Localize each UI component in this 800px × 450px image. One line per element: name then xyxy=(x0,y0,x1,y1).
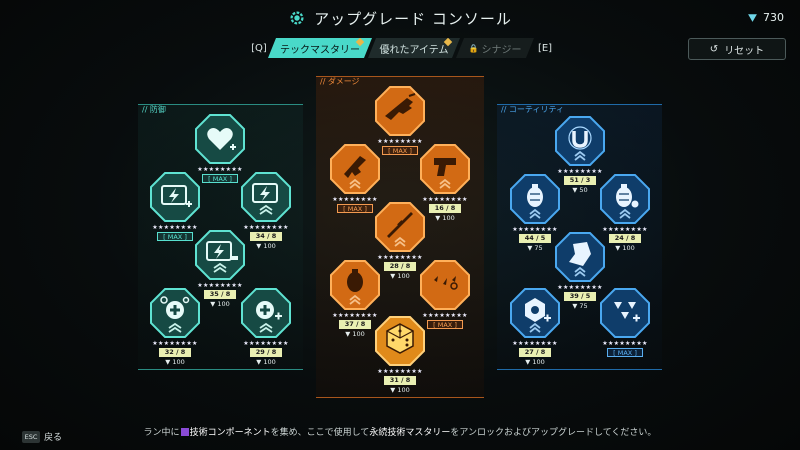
max-badge: [ MAX ] xyxy=(427,320,463,329)
star-rating: ★★★★★★★★ xyxy=(602,340,648,347)
currency-display: 730 xyxy=(747,11,784,24)
tab-label: 優れたアイテム xyxy=(379,44,449,56)
progress-badge: 32 / 8 xyxy=(159,348,191,357)
star-rating: ★★★★★★★★ xyxy=(243,224,289,231)
page-title: アップグレード コンソール xyxy=(314,9,512,28)
star-rating: ★★★★★★★★ xyxy=(243,340,289,347)
octagon-frame xyxy=(241,288,291,338)
max-badge: [ MAX ] xyxy=(337,204,373,213)
help-hint: ラン中に 技術コンポーネントを集め、ここで使用して永続技術マスタリーをアンロックお… xyxy=(143,428,657,438)
panel-title: // コーティリティ xyxy=(501,105,564,114)
octagon-frame xyxy=(150,288,200,338)
grenade-icon xyxy=(616,187,632,207)
header: アップグレード コンソール xyxy=(0,6,800,30)
octagon-frame xyxy=(195,114,245,164)
star-rating: ★★★★★★★★ xyxy=(512,340,558,347)
max-badge: [ MAX ] xyxy=(157,232,193,241)
panel-title: // 防御 xyxy=(142,105,166,114)
tab-label: テックマスタリー xyxy=(280,44,360,56)
reset-button[interactable]: ↺ リセット xyxy=(688,38,786,60)
star-rating: ★★★★★★★★ xyxy=(377,368,423,375)
octagon-frame xyxy=(555,232,605,282)
gear-icon xyxy=(290,11,304,25)
progress-badge: 35 / 8 xyxy=(204,290,236,299)
grenade-icon xyxy=(527,187,543,207)
max-badge: [ MAX ] xyxy=(382,146,418,155)
star-rating: ★★★★★★★★ xyxy=(152,340,198,347)
octagon-frame xyxy=(241,172,291,222)
upgrade-cost: ▼ 100 xyxy=(390,386,410,394)
octagon-frame xyxy=(150,172,200,222)
progress-badge: 44 / 5 xyxy=(519,234,551,243)
octagon-frame xyxy=(375,316,425,366)
octagon-frame xyxy=(330,260,380,310)
upgrade-cost: ▼ 100 xyxy=(256,242,276,250)
panel-title: // ダメージ xyxy=(320,77,360,86)
octagon-frame xyxy=(600,174,650,224)
max-badge: [ MAX ] xyxy=(607,348,643,357)
max-badge: [ MAX ] xyxy=(202,174,238,183)
progress-badge: 39 / 5 xyxy=(564,292,596,301)
prev-tab-key[interactable]: [Q] xyxy=(250,43,268,54)
progress-badge: 29 / 8 xyxy=(250,348,282,357)
octagon-frame xyxy=(510,174,560,224)
progress-badge: 16 / 8 xyxy=(429,204,461,213)
upgrade-cost: ▼ 100 xyxy=(525,358,545,366)
tab-superior-items[interactable]: 優れたアイテム xyxy=(368,38,460,58)
octagon-frame xyxy=(375,202,425,252)
upgrade-cost: ▼ 100 xyxy=(165,358,185,366)
octagon-frame xyxy=(330,144,380,194)
octagon-frame xyxy=(420,144,470,194)
octagon-frame xyxy=(195,230,245,280)
progress-badge: 28 / 8 xyxy=(384,262,416,271)
progress-badge: 27 / 8 xyxy=(519,348,551,357)
tech-component-icon xyxy=(180,428,189,436)
tab-tech-mastery[interactable]: テックマスタリー xyxy=(268,38,372,58)
reset-label: リセット xyxy=(724,45,765,57)
gem-icon xyxy=(748,14,757,22)
octagon-frame xyxy=(420,260,470,310)
grenade-icon xyxy=(347,272,363,292)
reset-icon: ↺ xyxy=(709,43,719,55)
progress-badge: 37 / 8 xyxy=(339,320,371,329)
octagon-frame xyxy=(555,116,605,166)
octagon-frame xyxy=(600,288,650,338)
tab-synergy[interactable]: 🔒 シナジー xyxy=(456,38,534,58)
tab-label: シナジー xyxy=(481,44,522,56)
upgrade-cost: ▼ 100 xyxy=(256,358,276,366)
lock-icon: 🔒 xyxy=(468,43,479,53)
octagon-frame xyxy=(510,288,560,338)
next-tab-key[interactable]: [E] xyxy=(536,43,554,54)
progress-badge: 34 / 8 xyxy=(250,232,282,241)
progress-badge: 31 / 8 xyxy=(384,376,416,385)
octagon-frame xyxy=(375,86,425,136)
currency-amount: 730 xyxy=(763,11,784,24)
tab-bar: [Q] テックマスタリー 優れたアイテム 🔒 シナジー [E] xyxy=(250,38,554,58)
progress-badge: 51 / 3 xyxy=(564,176,596,185)
progress-badge: 24 / 8 xyxy=(609,234,641,243)
